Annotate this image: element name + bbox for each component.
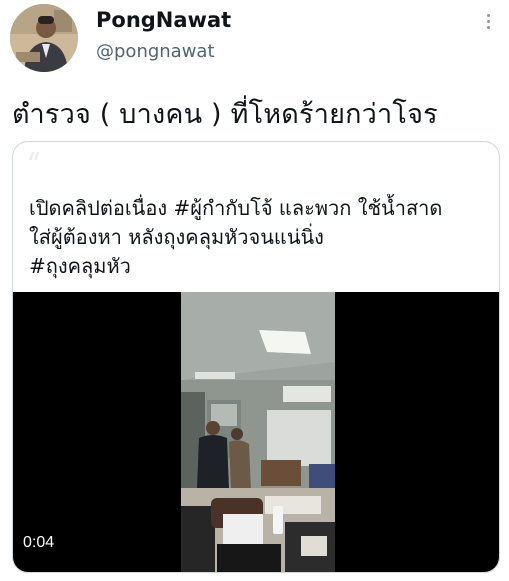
video-timestamp: 0:04	[23, 534, 55, 551]
card-text-line: เปิดคลิปต่อเนื่อง #ผู้กำกับโจ้ และพวก ใช…	[29, 196, 443, 220]
quoted-card[interactable]: เปิดคลิปต่อเนื่อง #ผู้กำกับโจ้ และพวก ใช…	[12, 141, 500, 573]
profile-photo	[10, 4, 78, 72]
avatar[interactable]	[10, 4, 78, 72]
card-hashtag-line[interactable]: #ถุงคลุมหัว	[29, 252, 489, 281]
more-options-icon[interactable]	[480, 12, 496, 36]
user-handle[interactable]: @pongnawat	[96, 41, 215, 62]
video-player[interactable]: 0:04	[13, 292, 499, 572]
video-frame	[181, 292, 335, 572]
card-text-line: ใส่ผู้ต้องหา หลังถุงคลุมหัวจนแน่นิ่ง	[29, 225, 324, 249]
video-still	[181, 292, 335, 572]
display-name[interactable]: PongNawat	[96, 8, 231, 32]
tweet-text: ตำรวจ ( บางคน ) ที่โหดร้ายกว่าโจร	[12, 99, 438, 130]
card-mark-icon	[29, 152, 39, 160]
card-text: เปิดคลิปต่อเนื่อง #ผู้กำกับโจ้ และพวก ใช…	[29, 194, 489, 281]
